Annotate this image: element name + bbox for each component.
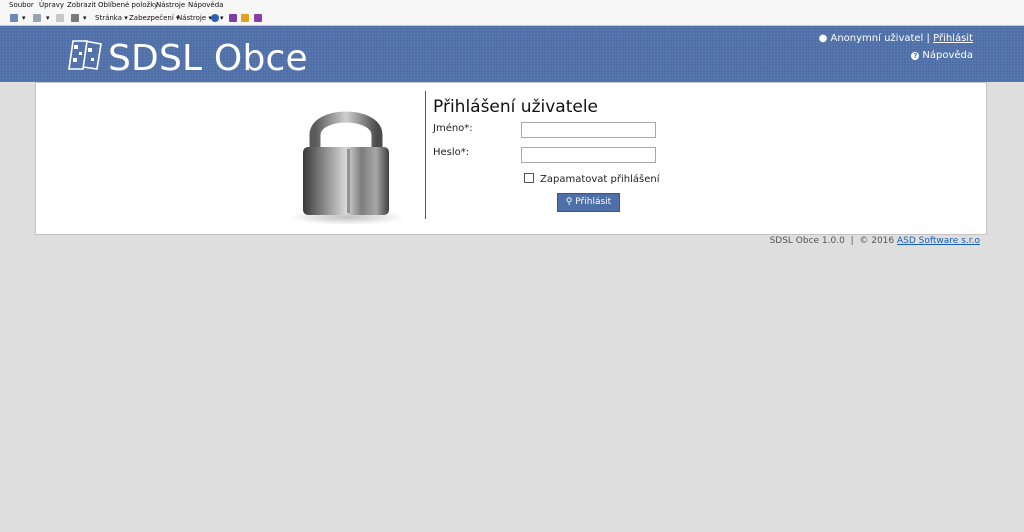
logo-icon [68, 40, 102, 70]
help-label: Nápověda [922, 50, 973, 61]
menu-view[interactable]: Zobrazit [67, 0, 96, 11]
chevron-down-icon[interactable]: ▾ [220, 11, 224, 25]
separator: | [926, 33, 930, 44]
help-icon[interactable] [211, 14, 219, 22]
site-title: SDSL Obce [108, 38, 308, 79]
security-command[interactable]: Zabezpečení ▾ [129, 11, 180, 25]
remember-checkbox[interactable] [524, 173, 534, 183]
mail-icon[interactable] [56, 14, 64, 22]
footer-separator: | [850, 236, 854, 246]
page-command-label: Stránka [95, 14, 123, 22]
login-link[interactable]: Přihlásit [933, 33, 973, 44]
menu-help[interactable]: Nápověda [188, 0, 223, 11]
question-icon: ? [911, 52, 920, 60]
chevron-down-icon[interactable]: ▾ [22, 11, 26, 25]
username-label: Jméno*: [433, 123, 473, 134]
user-info: ● Anonymní uživatel | Přihlásit [819, 33, 973, 44]
site-header: SDSL Obce ● Anonymní uživatel | Přihlási… [0, 26, 1024, 82]
onenote-send-icon[interactable] [254, 14, 262, 22]
print-icon[interactable] [71, 14, 79, 22]
menu-tools[interactable]: Nástroje [156, 0, 185, 11]
login-panel: Přihlášení uživatele Jméno*: Heslo*: Zap… [35, 82, 987, 235]
menu-file[interactable]: Soubor [9, 0, 34, 11]
menu-edit[interactable]: Úpravy [39, 0, 64, 11]
onenote-icon[interactable] [229, 14, 237, 22]
footer-version: SDSL Obce 1.0.0 [769, 236, 845, 246]
login-button-label: Přihlásit [575, 197, 612, 207]
menu-favorites[interactable]: Oblíbené položky [98, 0, 158, 11]
browser-command-bar: ▾ ▾ ▾ Stránka ▾ Zabezpečení ▾ Nástroje ▾… [0, 11, 1024, 26]
page-command[interactable]: Stránka ▾ [95, 11, 128, 25]
company-link[interactable]: ASD Software s.r.o [897, 236, 980, 246]
tools-command[interactable]: Nástroje ▾ [177, 11, 212, 25]
login-button[interactable]: ⚲ Přihlásit [557, 193, 620, 212]
feeds-icon[interactable] [33, 14, 41, 22]
panel-divider [425, 91, 426, 219]
form-title: Přihlášení uživatele [433, 97, 599, 117]
home-icon[interactable] [10, 14, 18, 22]
footer-copyright: © 2016 [859, 236, 895, 246]
password-field[interactable] [521, 147, 656, 163]
padlock-icon [289, 111, 405, 225]
browser-menu-bar: Soubor Úpravy Zobrazit Oblíbené položky … [0, 0, 1024, 11]
key-icon: ⚲ [565, 197, 573, 207]
chevron-down-icon[interactable]: ▾ [83, 11, 87, 25]
chevron-down-icon[interactable]: ▾ [46, 11, 50, 25]
username-field[interactable] [521, 122, 656, 138]
help-link[interactable]: ? Nápověda [911, 50, 973, 61]
security-command-label: Zabezpečení [129, 14, 174, 22]
footer: SDSL Obce 1.0.0 | © 2016 ASD Software s.… [770, 236, 980, 246]
user-name: Anonymní uživatel [830, 33, 924, 44]
remember-label[interactable]: Zapamatovat přihlášení [540, 174, 659, 185]
tools-command-label: Nástroje [177, 14, 207, 22]
user-icon: ● [818, 33, 828, 44]
password-label: Heslo*: [433, 147, 470, 158]
extension-icon[interactable] [241, 14, 249, 22]
